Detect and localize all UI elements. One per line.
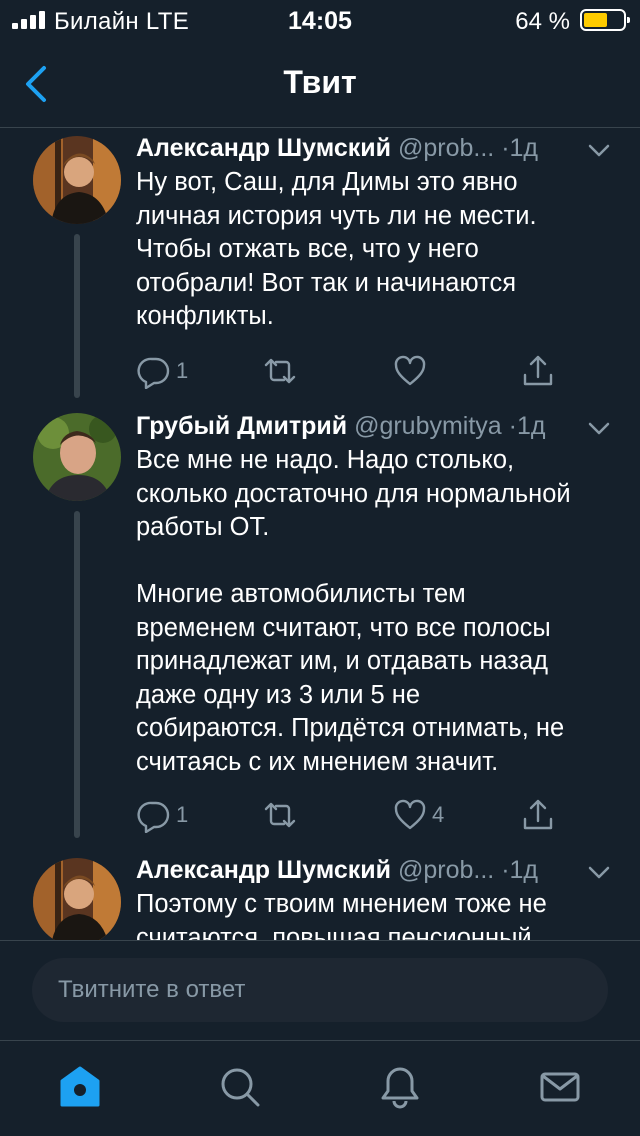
battery-fill: [584, 13, 607, 27]
tweet-text: Все мне не надо. Надо столько, сколько д…: [136, 446, 571, 776]
nav-bar: Твит: [0, 40, 640, 128]
reply-button[interactable]: 1: [136, 351, 188, 391]
avatar[interactable]: [33, 858, 121, 940]
retweet-icon: [264, 802, 296, 828]
heart-icon: [394, 799, 426, 830]
tab-home[interactable]: [56, 1063, 104, 1111]
like-count: 4: [432, 802, 445, 827]
retweet-icon: [264, 358, 296, 384]
share-icon: [523, 799, 553, 830]
reply-bar: [0, 940, 640, 1040]
battery-percent: 64 %: [515, 8, 570, 35]
chevron-down-icon[interactable]: [588, 144, 610, 158]
separator-dot: ·: [508, 412, 517, 440]
author-name[interactable]: Грубый Дмитрий: [136, 412, 347, 440]
retweet-button[interactable]: [260, 351, 304, 391]
tweet-header: Грубый Дмитрий @grubymitya ·1д: [136, 412, 616, 448]
messages-icon: [540, 1072, 580, 1102]
reply-count: 1: [176, 358, 189, 383]
tweet-time: 1д: [509, 856, 539, 884]
tweet-actions: 1: [136, 351, 576, 391]
author-name[interactable]: Александр Шумский: [136, 134, 391, 162]
thread-line: [74, 234, 80, 398]
separator-dot: ·: [501, 856, 510, 884]
author-handle[interactable]: @grubymitya: [354, 412, 502, 440]
avatar[interactable]: [33, 136, 121, 224]
tweet[interactable]: Грубый Дмитрий @grubymitya ·1д Все мне н…: [0, 408, 640, 838]
separator-dot: ·: [501, 134, 510, 162]
reply-input[interactable]: [32, 958, 608, 1022]
page-title: Твит: [283, 64, 357, 100]
home-icon: [60, 1066, 100, 1107]
avatar[interactable]: [33, 413, 121, 501]
tweet[interactable]: Александр Шумский @prob... ·1д Поэтому с…: [0, 850, 640, 940]
author-handle[interactable]: @prob...: [398, 856, 494, 884]
tweet-text: Ну вот, Саш, для Димы это явно личная ис…: [136, 168, 537, 330]
tab-search[interactable]: [216, 1063, 264, 1111]
notifications-icon: [381, 1067, 419, 1109]
retweet-button[interactable]: [260, 795, 304, 835]
share-button[interactable]: [520, 795, 556, 835]
tweet-time: 1д: [509, 134, 539, 162]
tweet-header: Александр Шумский @prob... ·1д: [136, 856, 616, 892]
author-name[interactable]: Александр Шумский: [136, 856, 391, 884]
conversation-feed[interactable]: Александр Шумский @prob... ·1д Ну вот, С…: [0, 128, 640, 940]
tweet[interactable]: Александр Шумский @prob... ·1д Ну вот, С…: [0, 128, 640, 398]
tweet-time: 1д: [517, 412, 546, 440]
tab-messages[interactable]: [536, 1063, 584, 1111]
share-button[interactable]: [520, 351, 556, 391]
tab-bar: [0, 1040, 640, 1136]
tab-notifications[interactable]: [376, 1063, 424, 1111]
reply-count: 1: [176, 802, 189, 827]
thread-line: [74, 511, 80, 838]
share-icon: [523, 355, 553, 386]
tweet-actions: 1 4: [136, 795, 576, 835]
reply-button[interactable]: 1: [136, 795, 188, 835]
like-button[interactable]: [392, 351, 432, 391]
like-button[interactable]: 4: [392, 795, 444, 835]
chevron-down-icon[interactable]: [588, 866, 610, 880]
author-handle[interactable]: @prob...: [398, 134, 494, 162]
chevron-down-icon[interactable]: [588, 422, 610, 436]
battery-icon: [580, 9, 630, 31]
heart-icon: [394, 355, 426, 386]
status-bar: Билайн LTE 14:05 64 %: [0, 0, 640, 40]
tweet-text: Поэтому с твоим мнением тоже не считаютс…: [136, 890, 547, 940]
reply-icon: [137, 801, 170, 833]
search-icon: [221, 1068, 260, 1107]
tweet-header: Александр Шумский @prob... ·1д: [136, 134, 616, 170]
reply-icon: [137, 357, 170, 389]
